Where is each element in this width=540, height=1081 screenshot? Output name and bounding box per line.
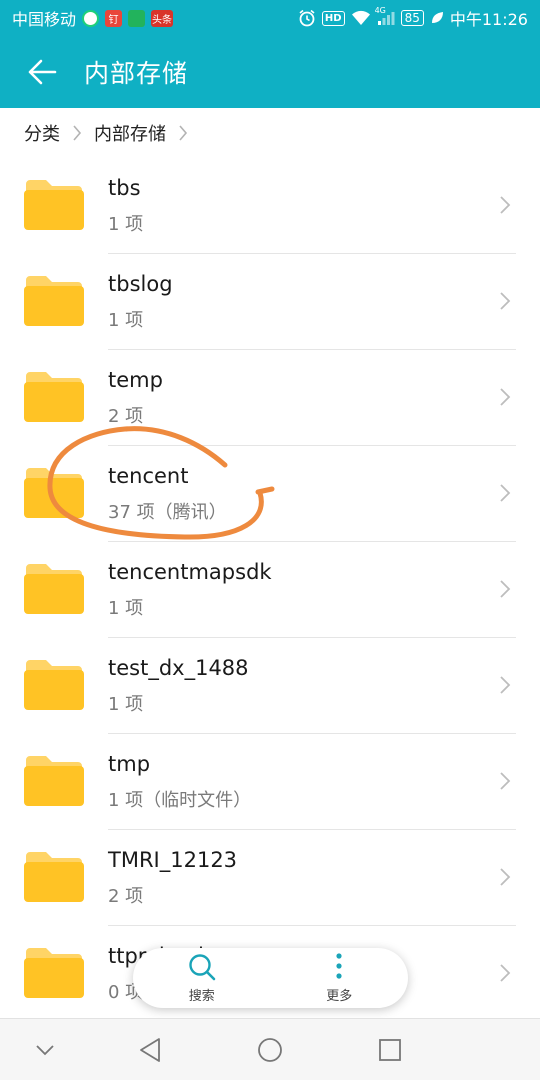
folder-icon [24, 180, 84, 230]
wifi-icon [351, 10, 371, 26]
back-nav-button[interactable] [115, 1019, 185, 1081]
folder-row[interactable]: test_dx_1488 1 项 [0, 638, 540, 734]
folder-row[interactable]: tencentmapsdk 1 项 [0, 542, 540, 638]
status-bar: 中国移动 钉 头条 HD 4G 85 中午11:26 [0, 0, 540, 36]
network-type-label: 4G [374, 6, 386, 15]
folder-icon [24, 660, 84, 710]
folder-name: tbslog [108, 272, 173, 296]
folder-name: test_dx_1488 [108, 656, 249, 680]
folder-item-count: 1 项 [108, 598, 144, 619]
more-button[interactable]: 更多 [284, 952, 394, 1004]
chevron-right-icon [500, 676, 511, 694]
more-label: 更多 [326, 989, 353, 1004]
floating-toolbar: 搜索 更多 [133, 948, 408, 1008]
circle-home-icon [258, 1038, 282, 1062]
folder-icon [24, 276, 84, 326]
folder-name: tbs [108, 176, 141, 200]
folder-icon [24, 564, 84, 614]
home-nav-button[interactable] [235, 1019, 305, 1081]
file-list: tbs 1 项 tbslog 1 项 temp 2 项 tencent 37 项… [0, 158, 540, 1022]
chevron-right-icon [500, 772, 511, 790]
folder-name: TMRI_12123 [108, 848, 238, 872]
chevron-right-icon [72, 124, 82, 142]
folder-item-count: 1 项 [108, 214, 144, 235]
more-vertical-icon [336, 953, 342, 979]
dingtalk-notification-icon: 钉 [105, 9, 123, 27]
signal-icon: 4G [375, 6, 395, 26]
toutiao-notification-icon: 头条 [151, 9, 174, 27]
collapse-nav-button[interactable] [10, 1019, 80, 1081]
folder-icon [24, 852, 84, 902]
status-bar-left: 中国移动 钉 头条 [12, 6, 174, 30]
folder-row[interactable]: tmp 1 项（临时文件） [0, 734, 540, 830]
breadcrumb: 分类 内部存储 [0, 108, 540, 158]
triangle-back-icon [140, 1038, 160, 1062]
folder-row[interactable]: tencent 37 项（腾讯） [0, 446, 540, 542]
breadcrumb-internal-storage[interactable]: 内部存储 [94, 120, 166, 146]
alarm-icon [298, 9, 316, 27]
square-recents-icon [379, 1039, 401, 1061]
search-icon [189, 954, 216, 981]
clock: 中午11:26 [449, 10, 528, 29]
chevron-down-icon [36, 1045, 54, 1056]
folder-row[interactable]: tbs 1 项 [0, 158, 540, 254]
status-bar-right: HD 4G 85 中午11:26 [298, 6, 528, 30]
chevron-right-icon [500, 484, 511, 502]
carrier-label: 中国移动 [12, 10, 77, 29]
chevron-right-icon [500, 580, 511, 598]
page-title: 内部存储 [84, 59, 189, 88]
leaf-icon [430, 11, 444, 25]
app-notification-icon [82, 9, 100, 27]
chevron-right-icon [178, 124, 188, 142]
back-arrow-icon [28, 59, 57, 85]
battery-icon: 85 [400, 10, 424, 26]
folder-icon [24, 468, 84, 518]
chevron-right-icon [500, 388, 511, 406]
app-bar: 内部存储 [0, 36, 540, 108]
recents-nav-button[interactable] [355, 1019, 425, 1081]
folder-item-count: 1 项（临时文件） [108, 790, 252, 811]
search-button[interactable]: 搜索 [147, 952, 257, 1004]
system-navigation-bar [0, 1018, 540, 1080]
folder-row[interactable]: tbslog 1 项 [0, 254, 540, 350]
folder-icon [24, 372, 84, 422]
folder-item-count: 1 项 [108, 694, 144, 715]
chevron-right-icon [500, 292, 511, 310]
folder-row[interactable]: temp 2 项 [0, 350, 540, 446]
chevron-right-icon [500, 964, 511, 982]
folder-icon [24, 756, 84, 806]
folder-item-count: 2 项 [108, 886, 144, 907]
folder-name: tencent [108, 464, 189, 488]
breadcrumb-category[interactable]: 分类 [24, 120, 60, 146]
folder-item-count: 37 项（腾讯） [108, 502, 227, 523]
chevron-right-icon [500, 196, 511, 214]
hd-voice-icon: HD [321, 10, 345, 26]
folder-item-count: 1 项 [108, 310, 144, 331]
folder-name: tmp [108, 752, 151, 776]
folder-row[interactable]: TMRI_12123 2 项 [0, 830, 540, 926]
video-app-notification-icon [128, 9, 146, 27]
folder-item-count: 2 项 [108, 406, 144, 427]
folder-icon [24, 948, 84, 998]
folder-name: temp [108, 368, 163, 392]
search-label: 搜索 [188, 989, 215, 1004]
chevron-right-icon [500, 868, 511, 886]
back-button[interactable] [0, 36, 84, 108]
folder-name: tencentmapsdk [108, 560, 272, 584]
